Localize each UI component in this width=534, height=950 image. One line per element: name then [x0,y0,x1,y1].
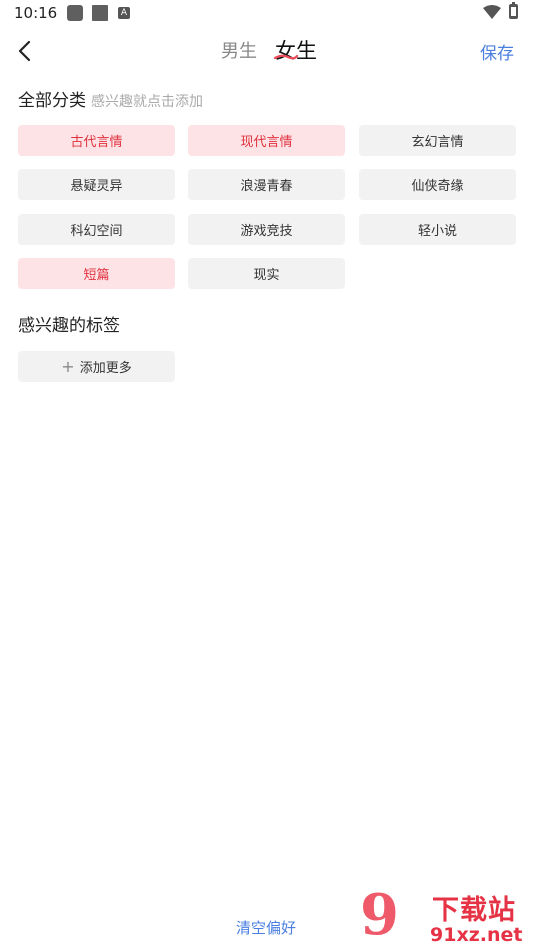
category-chip[interactable]: 短篇 [18,258,175,289]
wifi-icon [483,5,501,19]
tab-male[interactable]: 男生 [221,37,257,63]
plus-icon: + [61,356,75,376]
category-chip[interactable]: 玄幻言情 [359,125,516,156]
watermark-logo: 9 下载站 91xz.net [360,882,530,948]
watermark-bottom: 91xz.net [430,924,523,946]
status-bar: 10:16 A [0,0,534,28]
all-categories-heading: 全部分类 感兴趣就点击添加 [18,86,203,111]
notification-icon [92,5,108,21]
category-chip[interactable]: 轻小说 [359,214,516,245]
battery-icon [509,2,518,19]
status-time: 10:16 [14,4,58,22]
watermark-top: 下载站 [432,895,516,926]
save-button[interactable]: 保存 [480,39,514,64]
section-title: 全部分类 [18,91,86,111]
category-chip[interactable]: 古代言情 [18,125,175,156]
category-chip[interactable]: 游戏竞技 [188,214,345,245]
back-icon[interactable] [14,38,38,64]
tab-active-indicator [274,54,298,60]
notification-icon [67,5,83,21]
category-chip[interactable]: 仙侠奇缘 [359,169,516,200]
category-chip[interactable]: 现代言情 [188,125,345,156]
app-notification-icon: A [118,7,130,19]
category-chip[interactable]: 悬疑灵异 [18,169,175,200]
category-chip[interactable]: 科幻空间 [18,214,175,245]
tab-female[interactable]: 女生 [275,35,317,65]
category-chip[interactable]: 现实 [188,258,345,289]
interest-tags-heading: 感兴趣的标签 [18,316,120,336]
add-more-label: 添加更多 [79,361,132,376]
add-more-button[interactable]: + 添加更多 [18,351,175,382]
category-chip[interactable]: 浪漫青春 [188,169,345,200]
section-hint: 感兴趣就点击添加 [91,94,203,110]
clear-preferences-button[interactable]: 清空偏好 [236,917,296,938]
watermark-nine: 9 [360,882,399,948]
